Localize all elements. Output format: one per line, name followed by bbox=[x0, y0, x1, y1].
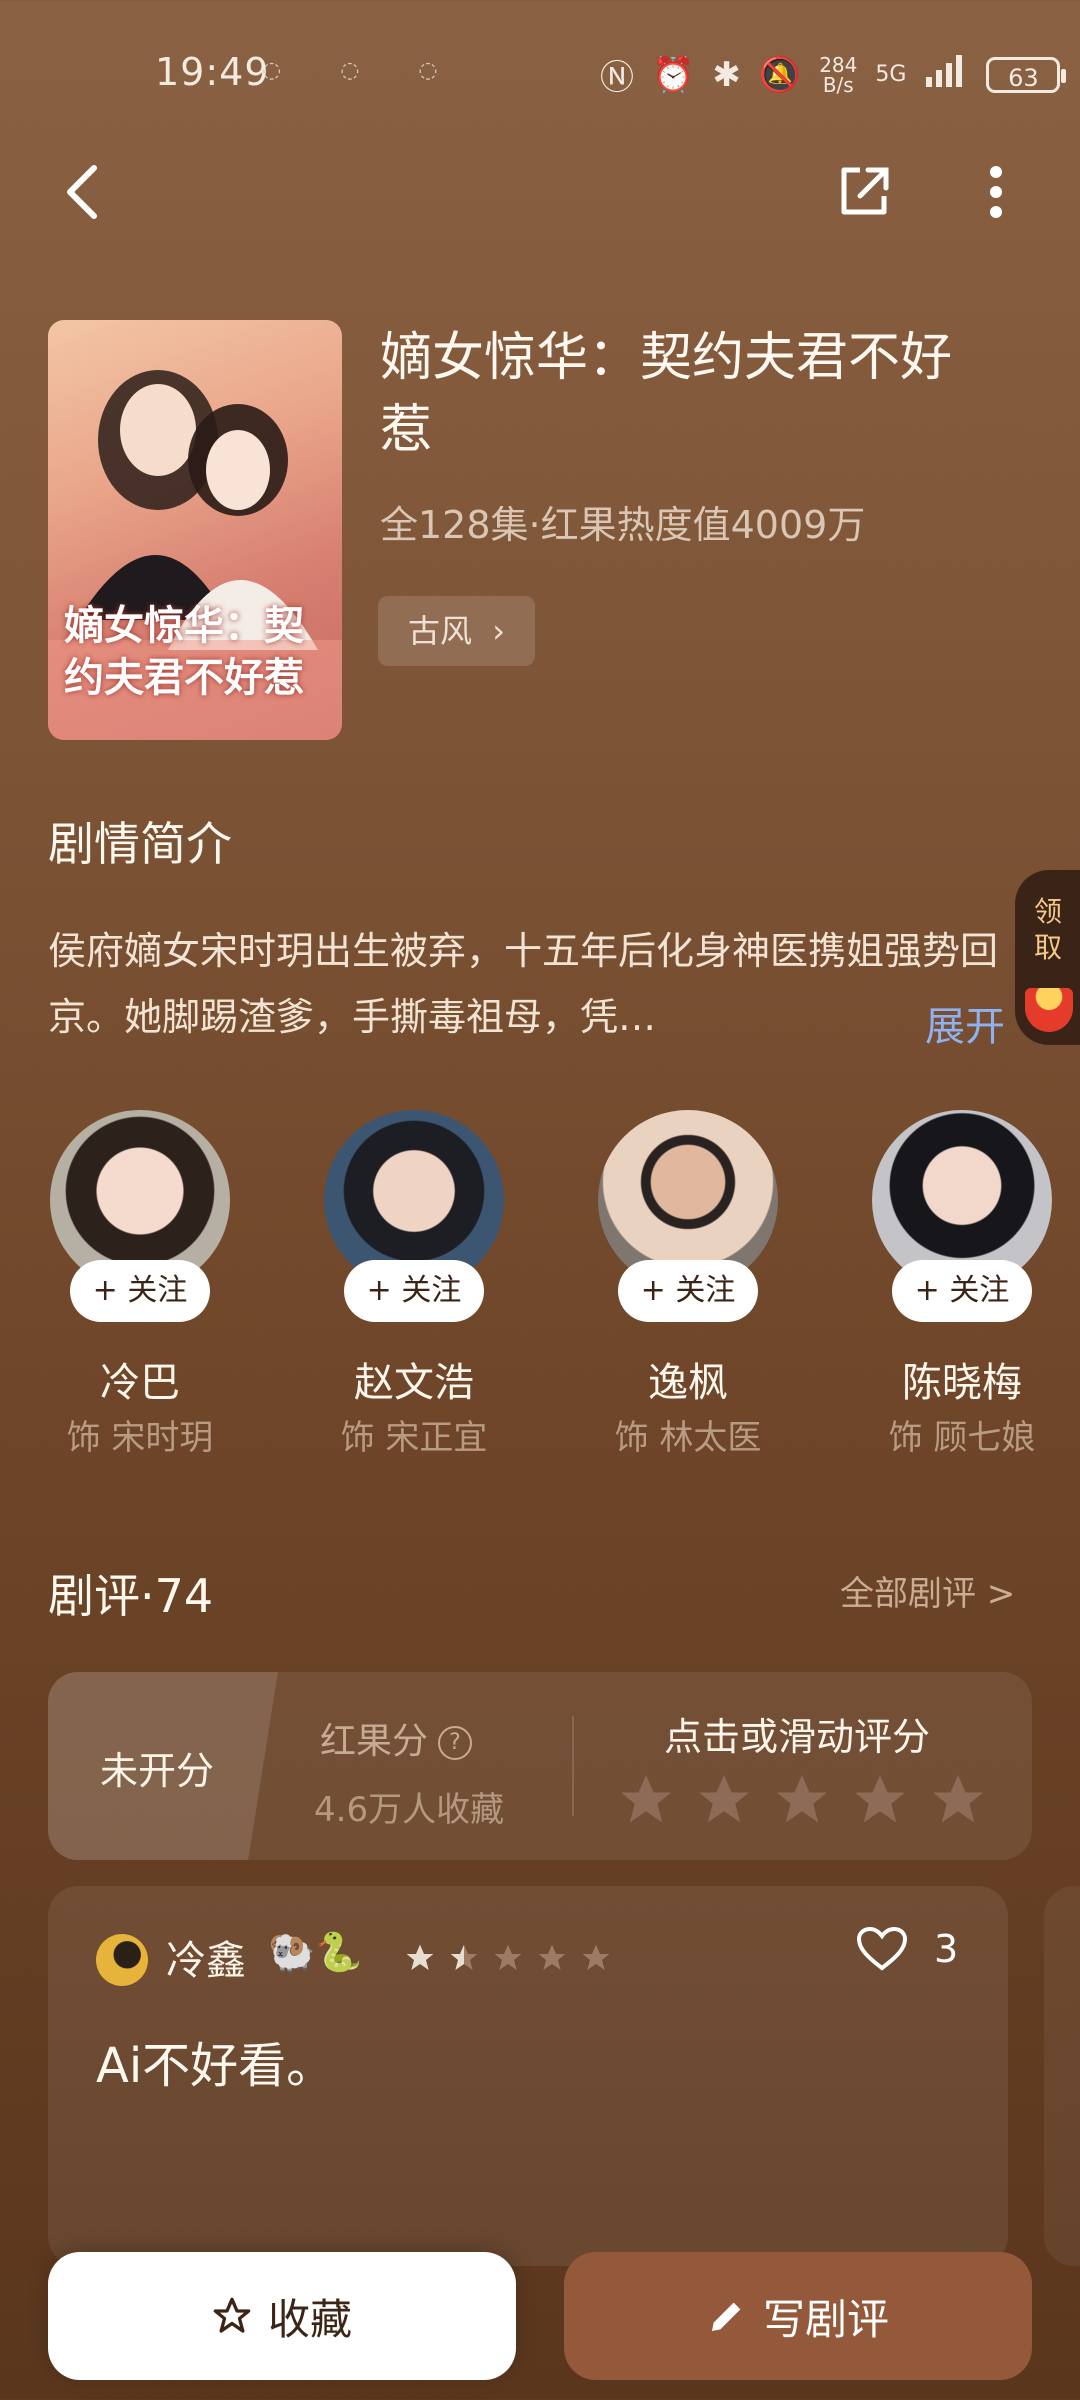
notification-icons: ◌ ◌ ◌ bbox=[262, 58, 464, 83]
all-reviews-link[interactable]: 全部剧评 > bbox=[840, 1566, 1015, 1615]
synopsis-text: 侯府嫡女宋时玥出生被弃，十五年后化身神医携姐强势回京。她脚踢渣爹，手撕毒祖母，凭… bbox=[48, 929, 999, 1039]
net-speed-unit: B/s bbox=[822, 72, 854, 97]
alarm-icon: ⏰ bbox=[652, 54, 695, 95]
nfc-icon: Ⓝ bbox=[600, 58, 634, 98]
cast-role: 饰 林太医 bbox=[614, 1418, 762, 1458]
star-icon[interactable] bbox=[772, 1770, 832, 1830]
star-icon[interactable] bbox=[616, 1770, 676, 1830]
network-type: 5G bbox=[875, 62, 907, 87]
review-text: Ai不好看。 bbox=[96, 2038, 335, 2094]
show-meta: 全128集·红果热度值4009万 bbox=[380, 503, 866, 547]
expand-link[interactable]: 展开 bbox=[925, 994, 1005, 1052]
mute-icon: 🔕 bbox=[758, 54, 802, 95]
star-icon bbox=[538, 1944, 566, 1970]
poster-title: 嫡女惊华：契约夫君不好惹 bbox=[64, 603, 304, 701]
user-badges: 🐏🐍 bbox=[268, 1930, 363, 1974]
write-review-button[interactable]: 写剧评 bbox=[564, 2252, 1032, 2380]
cast-role: 饰 宋正宜 bbox=[340, 1418, 488, 1458]
avatar[interactable] bbox=[96, 1934, 148, 1986]
collect-label: 收藏 bbox=[267, 2294, 352, 2344]
rating-card: 未开分 红果分? 4.6万人收藏 点击或滑动评分 bbox=[48, 1672, 1032, 1860]
cast-name: 冷巴 bbox=[100, 1360, 180, 1406]
reviews-heading: 剧评·74 bbox=[48, 1569, 214, 1623]
like-count: 3 bbox=[934, 1927, 959, 1971]
heart-icon bbox=[856, 1926, 908, 1971]
write-review-label: 写剧评 bbox=[762, 2294, 889, 2344]
rating-stars-input[interactable] bbox=[616, 1770, 988, 1830]
star-outline-icon bbox=[213, 2297, 251, 2333]
star-icon[interactable] bbox=[928, 1770, 988, 1830]
score-label-text: 红果分 bbox=[320, 1721, 429, 1762]
review-rating bbox=[404, 1942, 612, 1974]
star-icon[interactable] bbox=[694, 1770, 754, 1830]
share-button[interactable] bbox=[824, 152, 904, 232]
follow-button[interactable]: + 关注 bbox=[618, 1260, 758, 1322]
review-card[interactable]: 冷鑫 🐏🐍 3 Ai不好看。 bbox=[48, 1886, 1008, 2266]
star-icon[interactable] bbox=[850, 1770, 910, 1830]
collect-button[interactable]: 收藏 bbox=[48, 2252, 516, 2380]
star-icon bbox=[406, 1944, 434, 1970]
unrated-badge: 未开分 bbox=[48, 1672, 278, 1860]
gift-bowl-icon bbox=[1025, 988, 1073, 1032]
net-speed-value: 284 bbox=[819, 52, 858, 77]
help-icon[interactable]: ? bbox=[438, 1726, 473, 1760]
unrated-label: 未开分 bbox=[100, 1749, 215, 1793]
rate-prompt: 点击或滑动评分 bbox=[664, 1715, 931, 1759]
pencil-icon bbox=[711, 2302, 741, 2331]
genre-tag-label: 古风 bbox=[408, 612, 473, 650]
status-bar: 19:49 ◌ ◌ ◌ Ⓝ ⏰ ✱ 🔕 284 B/s 5G 63 bbox=[0, 0, 1080, 150]
cast-name: 逸枫 bbox=[648, 1360, 728, 1406]
more-vertical-icon bbox=[990, 166, 1002, 218]
cast-role: 饰 顾七娘 bbox=[888, 1418, 1036, 1458]
reward-label: 领取 bbox=[1033, 895, 1062, 964]
bluetooth-icon: ✱ bbox=[712, 54, 741, 95]
favorite-count: 4.6万人收藏 bbox=[314, 1790, 505, 1830]
follow-button[interactable]: + 关注 bbox=[892, 1260, 1032, 1322]
signal-icon bbox=[924, 53, 968, 96]
next-review-card-peek[interactable] bbox=[1044, 1886, 1080, 2266]
status-time: 19:49 bbox=[155, 50, 270, 94]
net-speed: 284 B/s bbox=[819, 55, 857, 95]
reward-float[interactable]: 领取 bbox=[1015, 870, 1080, 1045]
share-icon bbox=[841, 167, 889, 215]
score-label: 红果分? bbox=[320, 1712, 473, 1764]
like-button[interactable]: 3 bbox=[856, 1926, 958, 1972]
star-icon bbox=[582, 1944, 610, 1970]
show-title: 嫡女惊华：契约夫君不好惹 bbox=[380, 328, 953, 460]
more-options-button[interactable] bbox=[956, 152, 1036, 232]
star-icon bbox=[494, 1944, 522, 1970]
synopsis-heading: 剧情简介 bbox=[48, 817, 232, 871]
status-icons: Ⓝ ⏰ ✱ 🔕 284 B/s 5G 63 bbox=[600, 50, 1067, 99]
cast-role: 饰 宋时玥 bbox=[66, 1418, 214, 1458]
follow-button[interactable]: + 关注 bbox=[70, 1260, 210, 1322]
review-username[interactable]: 冷鑫 bbox=[166, 1928, 246, 1986]
battery-indicator: 63 bbox=[986, 56, 1067, 93]
follow-button[interactable]: + 关注 bbox=[344, 1260, 484, 1322]
chevron-left-icon bbox=[67, 165, 97, 219]
chevron-right-icon: › bbox=[492, 612, 505, 650]
show-poster[interactable]: 嫡女惊华：契约夫君不好惹 bbox=[48, 320, 342, 740]
genre-tag[interactable]: 古风 › bbox=[378, 596, 535, 666]
cast-name: 赵文浩 bbox=[354, 1360, 474, 1406]
cast-name: 陈晓梅 bbox=[902, 1360, 1022, 1406]
divider bbox=[572, 1716, 574, 1816]
back-button[interactable] bbox=[42, 152, 122, 232]
half-star-icon bbox=[450, 1944, 478, 1970]
